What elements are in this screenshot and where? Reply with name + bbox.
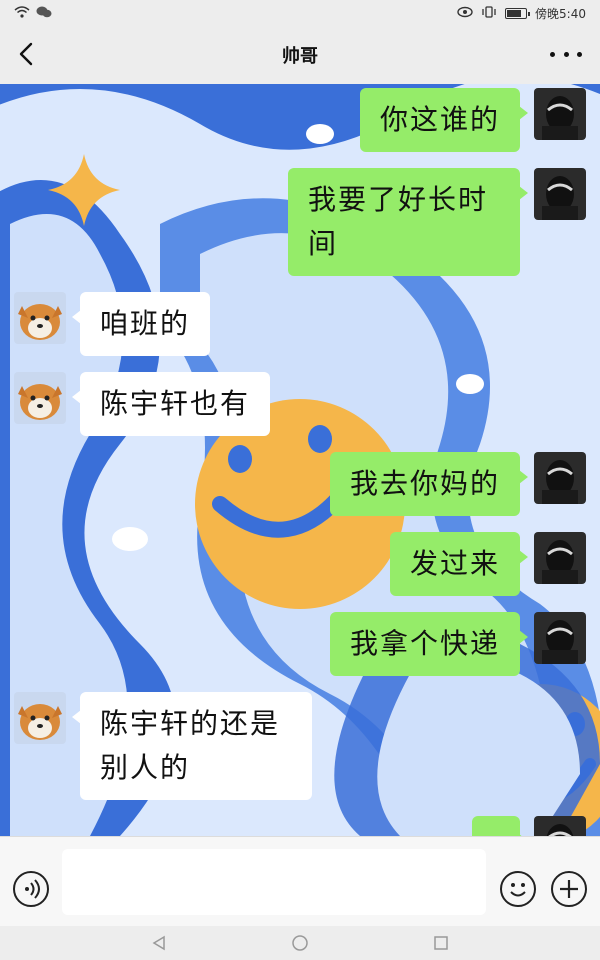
message-text: 发过来 xyxy=(409,547,500,580)
my-avatar[interactable] xyxy=(534,816,586,836)
message-bubble-me[interactable]: 发过来 xyxy=(389,532,529,596)
my-avatar[interactable] xyxy=(534,452,586,504)
status-time: 傍晚5:40 xyxy=(535,6,586,21)
vibrate-icon xyxy=(481,5,497,21)
chat-message xyxy=(472,816,586,836)
input-bar xyxy=(0,836,600,926)
voice-icon[interactable] xyxy=(13,871,49,907)
chat-message: 发过来 xyxy=(389,532,586,596)
nav-recents-icon[interactable] xyxy=(432,934,450,952)
nav-back-icon[interactable] xyxy=(150,934,168,952)
message-bubble-me[interactable]: 我去你妈的 xyxy=(329,452,529,516)
message-bubble-me[interactable]: 我拿个快递 xyxy=(329,612,529,676)
chat-title: 帅哥 xyxy=(282,46,318,67)
my-avatar[interactable] xyxy=(534,612,586,664)
battery-icon xyxy=(505,7,531,19)
message-bubble-me[interactable]: 我要了好长时 间 xyxy=(288,168,528,276)
message-bubble-other[interactable]: 咱班的 xyxy=(71,292,211,356)
emoji-icon[interactable] xyxy=(500,871,536,907)
chat-message: 咱班的 xyxy=(14,292,211,356)
chat-message: 你这谁的 xyxy=(359,88,586,152)
message-text: 别人的 xyxy=(100,751,191,784)
message-bubble-me[interactable] xyxy=(472,816,528,836)
message-text: 陈宇轩的还是 xyxy=(100,707,281,740)
message-text: 间 xyxy=(308,227,339,260)
message-bubble-other[interactable]: 陈宇轩的还是 别人的 xyxy=(72,692,312,800)
back-arrow-icon[interactable] xyxy=(14,40,42,68)
message-text: 我要了好长时 xyxy=(308,183,489,216)
chat-message: 我拿个快递 xyxy=(329,612,586,676)
status-bar: 傍晚5:40 xyxy=(0,0,600,26)
my-avatar[interactable] xyxy=(534,88,586,140)
message-bubble-other[interactable]: 陈宇轩也有 xyxy=(71,372,271,436)
message-text: 你这谁的 xyxy=(379,103,500,136)
chat-message: 我去你妈的 xyxy=(329,452,586,516)
message-input[interactable] xyxy=(62,849,486,915)
my-avatar[interactable] xyxy=(534,532,586,584)
system-nav-bar xyxy=(0,926,600,960)
message-text: 我拿个快递 xyxy=(349,627,500,660)
contact-avatar[interactable] xyxy=(14,692,66,744)
chat-area[interactable]: 你这谁的 我要了好长时 间 咱班的 陈宇轩也有 我去你妈的 发过来 我拿个快递 … xyxy=(0,84,600,836)
plus-icon[interactable] xyxy=(551,871,587,907)
contact-avatar[interactable] xyxy=(14,372,66,424)
message-text: 陈宇轩也有 xyxy=(100,387,251,420)
chat-message: 陈宇轩的还是 别人的 xyxy=(14,692,312,800)
wifi-icon xyxy=(14,5,30,21)
wechat-icon xyxy=(36,6,52,21)
contact-avatar[interactable] xyxy=(14,292,66,344)
message-text: 咱班的 xyxy=(100,307,191,340)
more-icon[interactable] xyxy=(550,40,582,68)
eye-icon xyxy=(457,6,473,21)
message-bubble-me[interactable]: 你这谁的 xyxy=(359,88,529,152)
nav-home-icon[interactable] xyxy=(291,934,309,952)
my-avatar[interactable] xyxy=(534,168,586,220)
chat-message: 陈宇轩也有 xyxy=(14,372,271,436)
chat-message: 我要了好长时 间 xyxy=(288,168,586,276)
message-text: 我去你妈的 xyxy=(349,467,500,500)
chat-header: 帅哥 xyxy=(0,26,600,84)
